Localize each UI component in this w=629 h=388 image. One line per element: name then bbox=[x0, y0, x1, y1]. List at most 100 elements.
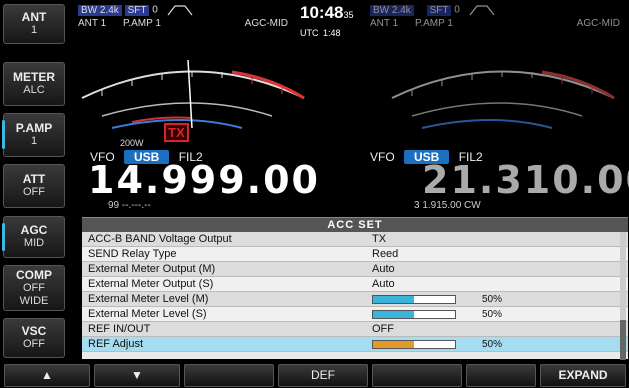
acc-set-rows: ACC-B BAND Voltage Output TX SEND Relay … bbox=[82, 232, 628, 352]
main-status-line: BW 2.4k SFT 0 bbox=[78, 4, 193, 16]
table-row-selected[interactable]: REF Adjust 50% bbox=[82, 337, 628, 352]
acc-set-table: ACC SET ACC-B BAND Voltage Output TX SEN… bbox=[82, 217, 628, 360]
att-button[interactable]: ATT OFF bbox=[3, 164, 65, 208]
scrollbar[interactable] bbox=[620, 232, 626, 360]
ant-button[interactable]: ANT 1 bbox=[3, 4, 65, 44]
att-label: ATT bbox=[22, 172, 46, 186]
row-name: External Meter Output (M) bbox=[88, 263, 216, 275]
sub-filter-shape-icon bbox=[469, 5, 495, 16]
acc-set-title: ACC SET bbox=[82, 218, 628, 232]
sub-memory: 3 1.915.00 CW bbox=[414, 200, 481, 211]
empty-button-6[interactable] bbox=[466, 364, 536, 387]
att-value: OFF bbox=[23, 186, 45, 198]
empty-button-3[interactable] bbox=[184, 364, 274, 387]
pamp-label: P.AMP bbox=[15, 121, 53, 135]
level-bar bbox=[372, 310, 456, 319]
vsc-value: OFF bbox=[23, 338, 45, 350]
table-row[interactable]: External Meter Level (S) 50% bbox=[82, 307, 628, 322]
main-band-panel: BW 2.4k SFT 0 ANT 1 P.AMP 1 AGC-MID TX 2… bbox=[72, 0, 318, 215]
main-bw-badge: BW 2.4k bbox=[78, 4, 122, 16]
comp-value: OFF bbox=[23, 281, 45, 294]
meter-value: ALC bbox=[23, 84, 45, 96]
table-row[interactable]: REF IN/OUT OFF bbox=[82, 322, 628, 337]
scroll-down-button[interactable]: ▼ bbox=[94, 364, 180, 387]
main-frequency[interactable]: 14.999.00 bbox=[88, 158, 320, 202]
row-percent: 50% bbox=[482, 309, 503, 320]
row-name: External Meter Level (M) bbox=[88, 293, 209, 305]
agc-button[interactable]: AGC MID bbox=[2, 216, 65, 258]
comp-label: COMP bbox=[16, 267, 52, 282]
table-row[interactable]: ACC-B BAND Voltage Output TX bbox=[82, 232, 628, 247]
scrollbar-thumb[interactable] bbox=[620, 320, 626, 360]
main-s-meter bbox=[81, 59, 305, 129]
sub-s-meter bbox=[391, 70, 615, 129]
level-bar-fill bbox=[373, 341, 414, 348]
sub-sft-badge: SFT bbox=[426, 4, 452, 16]
comp-button[interactable]: COMP OFF WIDE bbox=[3, 265, 65, 311]
utc-time: 1:48 bbox=[322, 28, 341, 38]
main-sft-badge: SFT bbox=[124, 4, 150, 16]
table-row[interactable]: SEND Relay Type Reed bbox=[82, 247, 628, 262]
main-ant-line: ANT 1 P.AMP 1 AGC-MID bbox=[78, 18, 288, 29]
pamp-button[interactable]: P.AMP 1 bbox=[2, 113, 65, 157]
meter-button[interactable]: METER ALC bbox=[3, 62, 65, 106]
agc-value: MID bbox=[23, 237, 45, 249]
table-row[interactable]: External Meter Level (M) 50% bbox=[82, 292, 628, 307]
table-row[interactable]: External Meter Output (M) Auto bbox=[82, 262, 628, 277]
row-value: Auto bbox=[372, 278, 395, 290]
sub-ant-line: ANT 1 P.AMP 1 AGC-MID bbox=[370, 18, 620, 29]
sub-agc: AGC-MID bbox=[576, 18, 620, 29]
sub-band-panel: BW 2.4k SFT 0 ANT 1 P.AMP 1 AGC-MID VFO … bbox=[370, 0, 629, 215]
vsc-button[interactable]: VSC OFF bbox=[3, 318, 65, 358]
ant-label: ANT bbox=[21, 10, 47, 24]
level-bar-fill bbox=[373, 311, 414, 318]
sub-status-line: BW 2.4k SFT 0 bbox=[370, 4, 495, 16]
clock-seconds: 35 bbox=[343, 10, 354, 20]
sub-pamp: P.AMP 1 bbox=[414, 18, 453, 29]
row-name: External Meter Level (S) bbox=[88, 308, 207, 320]
filter-shape-icon bbox=[167, 5, 193, 16]
ant-value: 1 bbox=[30, 24, 38, 36]
sub-vfo-label: VFO bbox=[370, 150, 395, 164]
bottom-bar: ▲ ▼ DEF EXPAND bbox=[0, 362, 629, 388]
pamp-active-indicator bbox=[2, 120, 5, 150]
row-name: ACC-B BAND Voltage Output bbox=[88, 233, 232, 245]
row-name: SEND Relay Type bbox=[88, 248, 177, 260]
main-ant: ANT 1 bbox=[78, 18, 107, 29]
sub-frequency[interactable]: 21.310.00 bbox=[422, 158, 629, 202]
sub-bw-badge: BW 2.4k bbox=[370, 4, 414, 16]
main-power: 200W bbox=[120, 138, 144, 148]
vsc-label: VSC bbox=[21, 324, 47, 338]
agc-label: AGC bbox=[20, 223, 48, 237]
scroll-up-button[interactable]: ▲ bbox=[4, 364, 90, 387]
row-value: TX bbox=[372, 233, 387, 245]
tx-indicator: TX bbox=[164, 123, 189, 142]
comp-width: WIDE bbox=[19, 294, 49, 307]
meter-label: METER bbox=[13, 70, 55, 84]
row-name: REF Adjust bbox=[88, 338, 144, 350]
level-bar bbox=[372, 295, 456, 304]
agc-active-indicator bbox=[2, 223, 5, 251]
row-value: OFF bbox=[372, 323, 394, 335]
clock-time: 10:48 bbox=[300, 3, 344, 22]
expand-button[interactable]: EXPAND bbox=[540, 364, 626, 387]
row-percent: 50% bbox=[482, 294, 503, 305]
sub-ant: ANT 1 bbox=[370, 18, 399, 29]
row-value: Reed bbox=[372, 248, 399, 260]
row-value: Auto bbox=[372, 263, 395, 275]
main-sft-value: 0 bbox=[152, 4, 158, 16]
level-bar bbox=[372, 340, 456, 349]
main-memory: 99 --.---.-- bbox=[108, 200, 151, 211]
row-name: External Meter Output (S) bbox=[88, 278, 214, 290]
def-button[interactable]: DEF bbox=[278, 364, 368, 387]
level-bar-fill bbox=[373, 296, 414, 303]
pamp-value: 1 bbox=[30, 135, 38, 147]
table-row[interactable]: External Meter Output (S) Auto bbox=[82, 277, 628, 292]
main-agc: AGC-MID bbox=[244, 18, 288, 29]
utc-label: UTC bbox=[300, 28, 319, 38]
row-name: REF IN/OUT bbox=[88, 323, 151, 335]
clock: 10:4835 UTC 1:48 bbox=[300, 3, 354, 41]
empty-button-5[interactable] bbox=[372, 364, 462, 387]
sub-sft-value: 0 bbox=[454, 4, 460, 16]
sidebar: ANT 1 METER ALC P.AMP 1 ATT OFF AGC MID … bbox=[0, 0, 70, 360]
